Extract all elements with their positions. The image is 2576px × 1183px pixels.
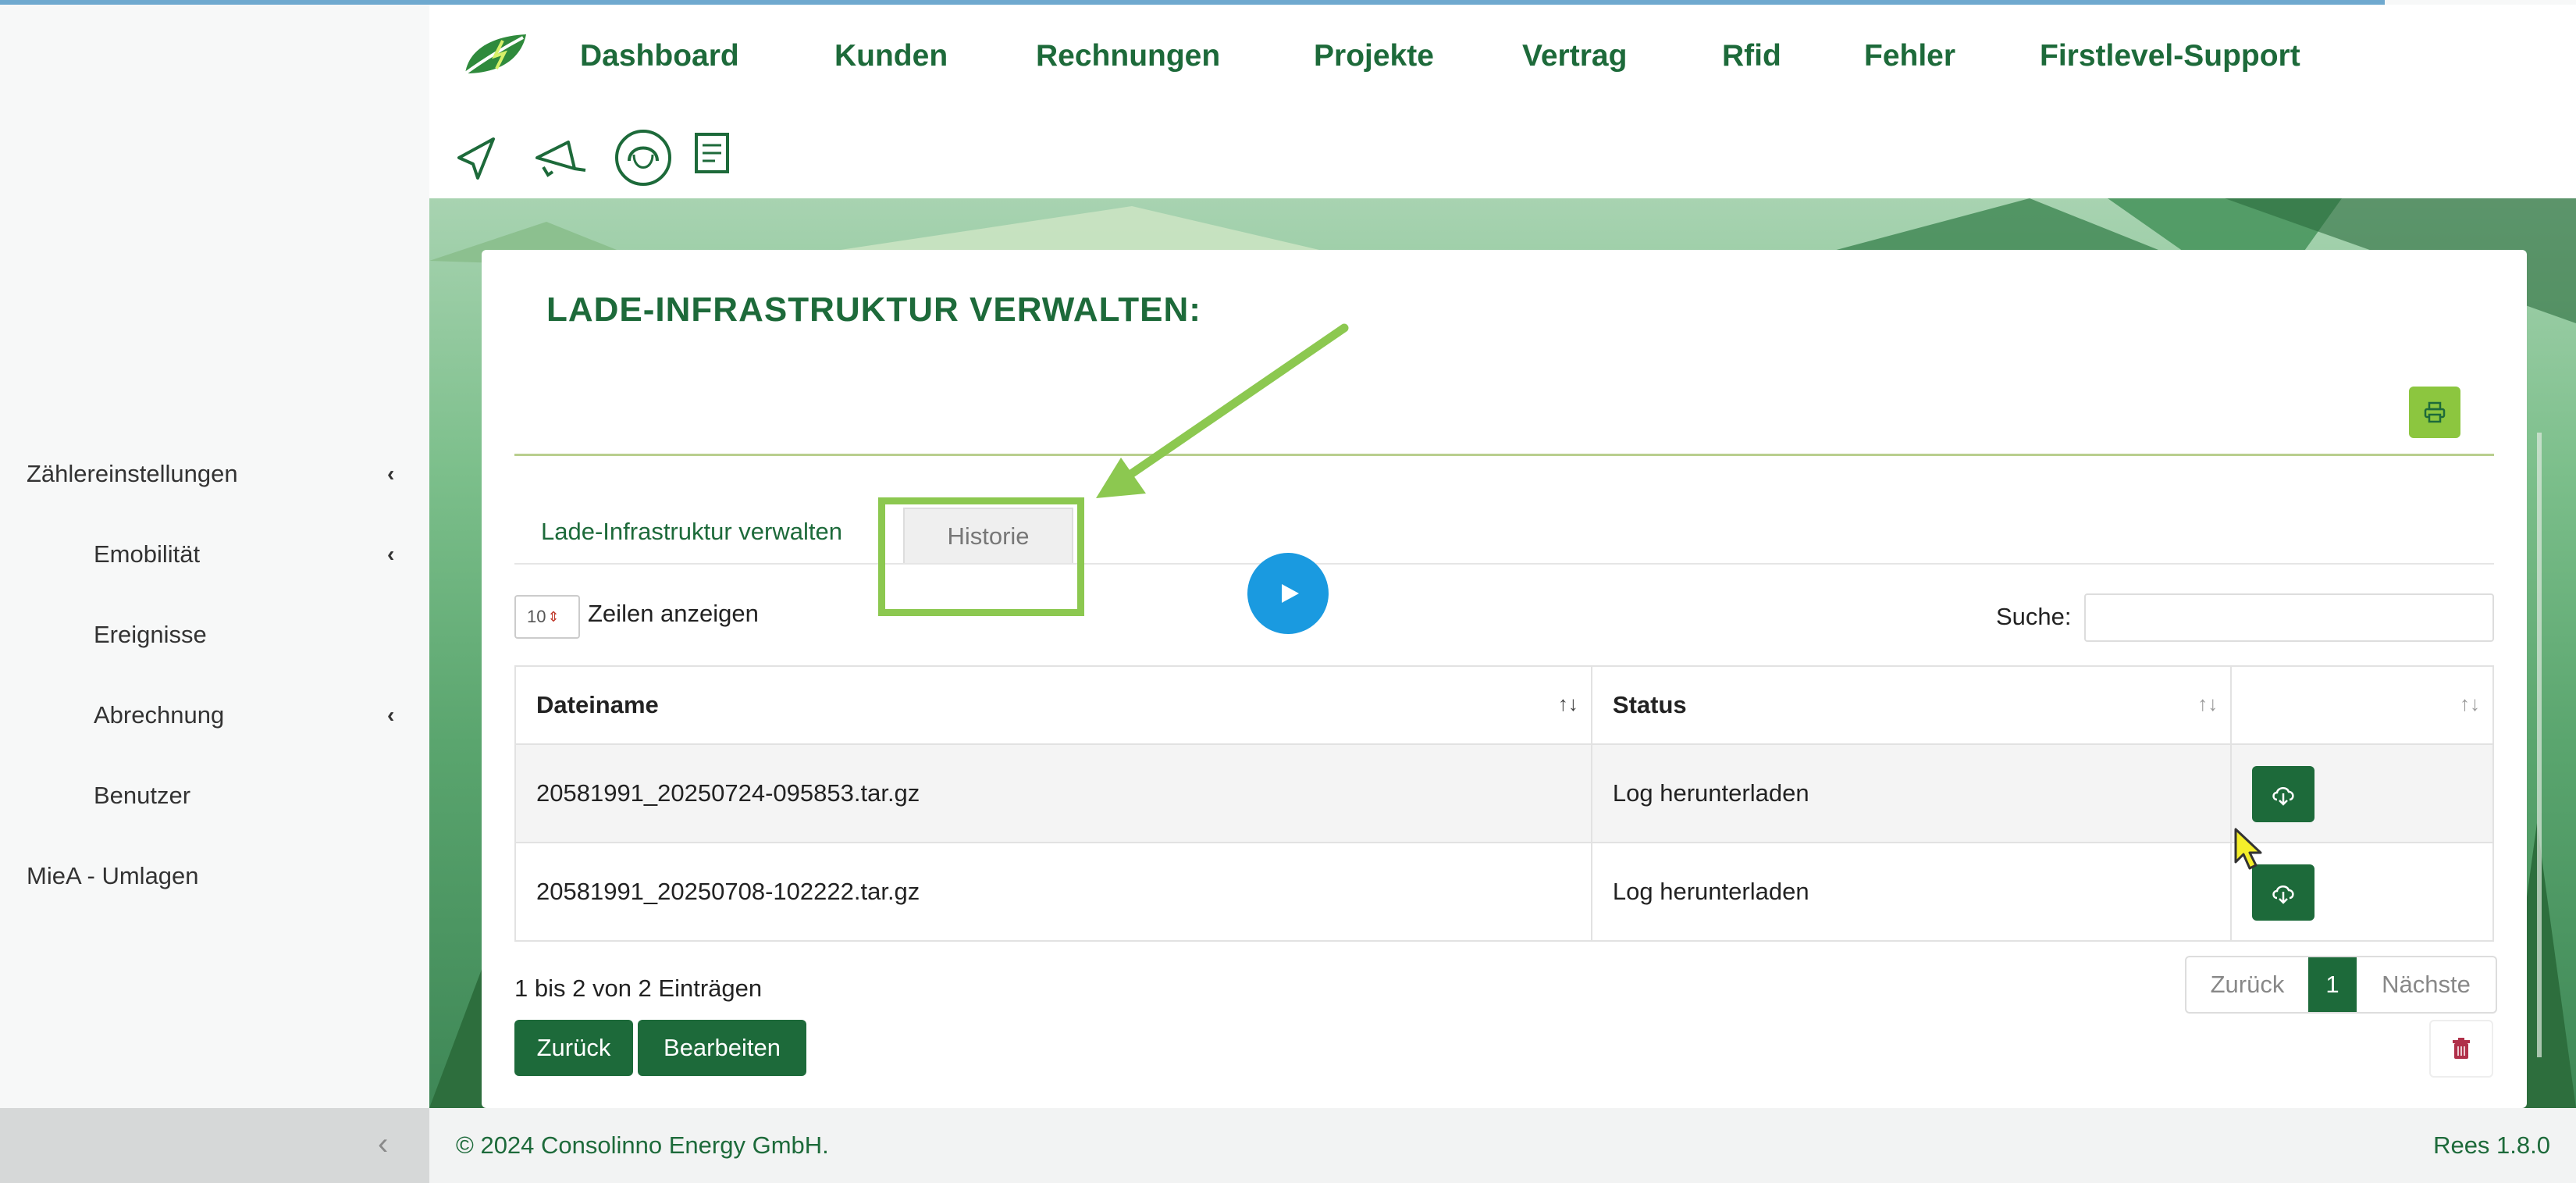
mouse-cursor-icon: [2234, 828, 2262, 870]
sidebar-item-zaehlereinstellungen[interactable]: Zählereinstellungen ‹: [0, 447, 429, 501]
send-icon[interactable]: [453, 126, 500, 189]
column-header-dateiname[interactable]: Dateiname ↑↓: [514, 665, 1592, 745]
download-button[interactable]: [2252, 766, 2315, 822]
title-divider: [514, 454, 2494, 456]
chevron-left-icon: ‹: [387, 542, 395, 566]
trash-icon: [2453, 1038, 2470, 1059]
chevron-left-icon: ‹: [387, 703, 395, 727]
column-label: Dateiname: [536, 691, 659, 718]
play-icon: [1282, 584, 1299, 603]
table-row: 20581991_20250724-095853.tar.gz Log heru…: [514, 743, 2494, 843]
sidebar: Zählereinstellungen ‹ Emobilität ‹ Ereig…: [0, 5, 429, 1108]
back-button[interactable]: Zurück: [514, 1020, 633, 1076]
sidebar-item-label: Abrechnung: [94, 701, 225, 729]
cell-status: Log herunterladen: [1590, 743, 2233, 843]
column-label: Status: [1612, 691, 1687, 718]
sidebar-item-label: Ereignisse: [94, 621, 207, 648]
copyright: © 2024 Consolinno Energy GmbH.: [456, 1131, 829, 1159]
annotation-arrow-icon: [1096, 323, 1349, 498]
footer: © 2024 Consolinno Energy GmbH. Rees 1.8.…: [429, 1108, 2576, 1183]
logo-leaf-icon[interactable]: [461, 31, 531, 78]
megaphone-icon[interactable]: [529, 126, 592, 189]
history-table: Dateiname ↑↓ Status ↑↓ ↑↓ 20581991_20250…: [514, 665, 2494, 942]
header: Dashboard Kunden Rechnungen Projekte Ver…: [429, 5, 2576, 198]
select-arrows-icon: ⇕: [547, 608, 560, 625]
sort-icon: ↑↓: [2197, 692, 2218, 715]
nav-rechnungen[interactable]: Rechnungen: [1036, 39, 1220, 73]
main-card: LADE-INFRASTRUKTUR VERWALTEN: Lade-Infra…: [482, 250, 2527, 1108]
delete-button[interactable]: [2429, 1020, 2493, 1078]
sort-icon: ↑↓: [1557, 692, 1578, 715]
nav-firstlevel-support[interactable]: Firstlevel-Support: [2040, 39, 2300, 73]
chevron-left-icon: ‹: [387, 461, 395, 486]
table-row: 20581991_20250708-102222.tar.gz Log heru…: [514, 842, 2494, 942]
pagination-page-current[interactable]: 1: [2308, 957, 2357, 1012]
pagination: Zurück 1 Nächste: [2185, 956, 2497, 1014]
play-button[interactable]: [1247, 553, 1329, 634]
cell-filename: 20581991_20250708-102222.tar.gz: [514, 842, 1592, 942]
column-header-status[interactable]: Status ↑↓: [1590, 665, 2233, 745]
page-length-label: Zeilen anzeigen: [588, 600, 759, 627]
column-header-actions[interactable]: ↑↓: [2230, 665, 2494, 745]
edit-button[interactable]: Bearbeiten: [638, 1020, 806, 1076]
sidebar-item-benutzer[interactable]: Benutzer: [0, 768, 429, 823]
collapse-chevron-icon[interactable]: ‹: [378, 1127, 388, 1162]
page-length-value: 10: [527, 607, 546, 626]
version: Rees 1.8.0: [2433, 1131, 2550, 1159]
invoice-icon[interactable]: [687, 126, 737, 189]
nav-vertrag[interactable]: Vertrag: [1522, 39, 1627, 73]
cloud-download-icon: [2272, 885, 2294, 904]
support-headset-icon[interactable]: [612, 126, 674, 189]
sidebar-item-label: Benutzer: [94, 782, 191, 809]
cell-status: Log herunterladen: [1590, 842, 2233, 942]
tab-lade-infrastruktur-verwalten[interactable]: Lade-Infrastruktur verwalten: [541, 504, 842, 560]
page-length-select[interactable]: 10 ⇕: [514, 595, 580, 639]
search-label: Suche:: [1996, 603, 2072, 630]
cloud-download-icon: [2272, 787, 2294, 806]
print-button[interactable]: [2409, 387, 2460, 438]
table-header-row: Dateiname ↑↓ Status ↑↓ ↑↓: [514, 665, 2494, 745]
sidebar-collapse-bar[interactable]: ‹: [0, 1108, 429, 1183]
table-info: 1 bis 2 von 2 Einträgen: [514, 975, 763, 1002]
pagination-prev[interactable]: Zurück: [2186, 957, 2308, 1012]
pagination-next[interactable]: Nächste: [2357, 957, 2496, 1012]
nav-projekte[interactable]: Projekte: [1314, 39, 1434, 73]
highlight-box: [878, 497, 1084, 616]
sort-icon: ↑↓: [2460, 692, 2480, 715]
sidebar-item-abrechnung[interactable]: Abrechnung ‹: [0, 688, 429, 743]
printer-icon: [2424, 401, 2446, 423]
cell-action: [2230, 743, 2494, 843]
cell-filename: 20581991_20250724-095853.tar.gz: [514, 743, 1592, 843]
sidebar-item-label: Emobilität: [94, 540, 201, 568]
sidebar-item-ereignisse[interactable]: Ereignisse: [0, 608, 429, 662]
sidebar-item-miea-umlagen[interactable]: MieA - Umlagen: [0, 849, 429, 903]
nav-rfid[interactable]: Rfid: [1722, 39, 1781, 73]
sidebar-item-emobilitaet[interactable]: Emobilität ‹: [0, 527, 429, 582]
cell-action: [2230, 842, 2494, 942]
search-input[interactable]: [2084, 593, 2494, 642]
sidebar-item-label: Zählereinstellungen: [27, 460, 238, 487]
nav-fehler[interactable]: Fehler: [1864, 39, 1955, 73]
nav-kunden[interactable]: Kunden: [834, 39, 948, 73]
sidebar-item-label: MieA - Umlagen: [27, 862, 199, 889]
tab-underline: [514, 563, 2494, 565]
nav-dashboard[interactable]: Dashboard: [580, 39, 739, 73]
